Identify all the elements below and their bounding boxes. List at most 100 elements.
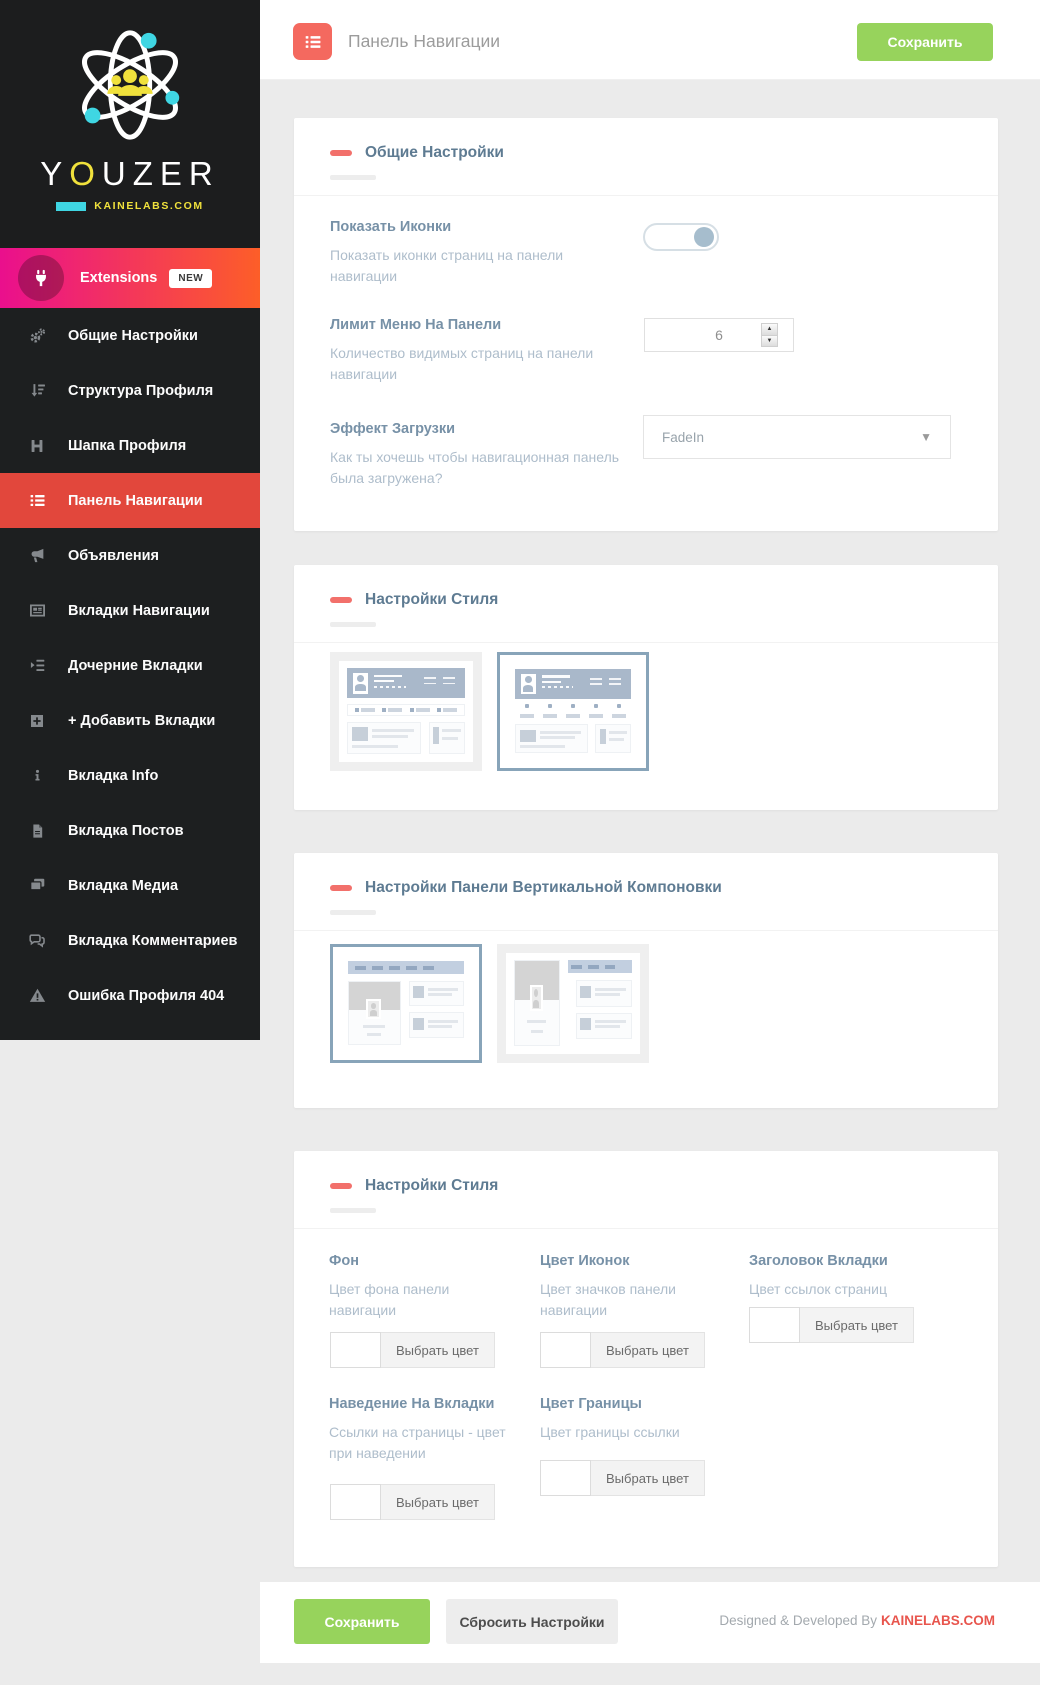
page-header: Панель Навигации Сохранить bbox=[260, 0, 1040, 80]
layout-preview-nav-top bbox=[340, 954, 472, 1053]
style-option-2-selected[interactable] bbox=[497, 652, 649, 771]
section-title: Общие Настройки bbox=[365, 144, 504, 161]
bg-color-field: Фон Цвет фона панели навигации bbox=[329, 1253, 450, 1318]
newspaper-icon bbox=[27, 602, 47, 619]
load-effect-select[interactable]: FadeIn ▼ bbox=[643, 415, 951, 459]
divider bbox=[294, 195, 998, 197]
brand-wordmark: YOUZER bbox=[40, 155, 220, 192]
sidebar-item-profile-structure[interactable]: Структура Профиля bbox=[0, 363, 260, 418]
megaphone-icon bbox=[27, 547, 47, 564]
reset-settings-button[interactable]: Сбросить Настройки bbox=[446, 1599, 618, 1644]
section-underline bbox=[330, 1208, 376, 1214]
divider bbox=[294, 642, 998, 644]
tab-hover-color-field: Наведение На Вкладки Ссылки на страницы … bbox=[329, 1396, 506, 1461]
color-swatch[interactable] bbox=[330, 1484, 381, 1520]
section-accent-dash bbox=[330, 597, 352, 603]
tab-title-color-picker: Выбрать цвет bbox=[749, 1307, 914, 1343]
tab-hover-color-picker: Выбрать цвет bbox=[330, 1484, 495, 1520]
load-effect-field: Эффект Загрузки Как ты хочешь чтобы нави… bbox=[330, 421, 620, 486]
choose-color-button[interactable]: Выбрать цвет bbox=[800, 1307, 914, 1343]
footer-bar: Сохранить Сбросить Настройки Designed & … bbox=[260, 1582, 1040, 1663]
choose-color-button[interactable]: Выбрать цвет bbox=[591, 1460, 705, 1496]
sidebar-item-announcements[interactable]: Объявления bbox=[0, 528, 260, 583]
choose-color-button[interactable]: Выбрать цвет bbox=[381, 1332, 495, 1368]
stepper-down-icon[interactable]: ▼ bbox=[762, 335, 777, 346]
color-swatch[interactable] bbox=[540, 1332, 591, 1368]
vertical-layout-card: Настройки Панели Вертикальной Компоновки bbox=[294, 853, 998, 1108]
section-title: Настройки Стиля bbox=[365, 1177, 499, 1194]
icons-color-picker: Выбрать цвет bbox=[540, 1332, 705, 1368]
gears-icon bbox=[27, 327, 47, 344]
section-underline bbox=[330, 622, 376, 628]
section-header: Настройки Стиля bbox=[294, 1151, 998, 1230]
sort-icon bbox=[27, 382, 47, 399]
section-title: Настройки Панели Вертикальной Компоновки bbox=[365, 879, 722, 896]
atom-logo-icon bbox=[67, 22, 193, 153]
images-icon bbox=[27, 877, 47, 894]
plug-icon bbox=[18, 255, 64, 301]
section-header: Настройки Панели Вертикальной Компоновки bbox=[294, 853, 998, 932]
section-accent-dash bbox=[330, 885, 352, 891]
vertical-option-2[interactable] bbox=[497, 944, 649, 1063]
divider bbox=[294, 930, 998, 932]
bg-color-picker: Выбрать цвет bbox=[330, 1332, 495, 1368]
sidebar-item-media-tab[interactable]: Вкладка Медиа bbox=[0, 858, 260, 913]
kainelabs-link[interactable]: KAINELABS.COM bbox=[881, 1613, 995, 1628]
section-accent-dash bbox=[330, 150, 352, 156]
sidebar-item-extensions[interactable]: Extensions NEW bbox=[0, 248, 260, 308]
style-settings-card: Настройки Стиля bbox=[294, 565, 998, 810]
new-badge: NEW bbox=[169, 268, 213, 288]
section-header: Общие Настройки bbox=[294, 118, 998, 197]
sidebar-item-child-tabs[interactable]: Дочерние Вкладки bbox=[0, 638, 260, 693]
divider bbox=[294, 1228, 998, 1230]
border-color-picker: Выбрать цвет bbox=[540, 1460, 705, 1496]
layout-preview-horizontal bbox=[339, 661, 473, 762]
comments-icon bbox=[27, 932, 47, 949]
save-button-bottom[interactable]: Сохранить bbox=[294, 1599, 430, 1644]
menu-limit-control: ▲ ▼ bbox=[644, 318, 794, 352]
choose-color-button[interactable]: Выбрать цвет bbox=[381, 1484, 495, 1520]
info-icon bbox=[27, 768, 47, 783]
icons-color-field: Цвет Иконок Цвет значков панели навигаци… bbox=[540, 1253, 676, 1318]
general-settings-card: Общие Настройки Показать Иконки Показать… bbox=[294, 118, 998, 531]
vertical-option-1-selected[interactable] bbox=[330, 944, 482, 1063]
choose-color-button[interactable]: Выбрать цвет bbox=[591, 1332, 705, 1368]
credit-line: Designed & Developed By KAINELABS.COM bbox=[719, 1613, 995, 1628]
warning-icon bbox=[27, 987, 47, 1004]
color-swatch[interactable] bbox=[749, 1307, 800, 1343]
border-color-field: Цвет Границы Цвет границы ссылки bbox=[540, 1396, 680, 1440]
save-button-top[interactable]: Сохранить bbox=[857, 23, 993, 61]
brand-subtitle: KAINELABS.COM bbox=[56, 200, 203, 212]
number-stepper: ▲ ▼ bbox=[761, 323, 778, 347]
sidebar-item-comments-tab[interactable]: Вкладка Комментариев bbox=[0, 913, 260, 968]
tab-title-color-field: Заголовок Вкладки Цвет ссылок страниц bbox=[749, 1253, 888, 1297]
logo: YOUZER KAINELABS.COM bbox=[0, 0, 260, 248]
indent-icon bbox=[27, 657, 47, 674]
section-title: Настройки Стиля bbox=[365, 591, 499, 608]
sidebar-item-navbar[interactable]: Панель Навигации bbox=[0, 473, 260, 528]
color-swatch[interactable] bbox=[330, 1332, 381, 1368]
menu-limit-field: Лимит Меню На Панели Количество видимых … bbox=[330, 317, 594, 382]
layout-preview-nav-right bbox=[506, 953, 640, 1054]
select-value: FadeIn bbox=[662, 429, 705, 445]
style-option-1[interactable] bbox=[330, 652, 482, 771]
sidebar-item-profile-404[interactable]: Ошибка Профиля 404 bbox=[0, 968, 260, 1023]
page-list-icon bbox=[293, 23, 332, 60]
section-header: Настройки Стиля bbox=[294, 565, 998, 644]
toggle-knob bbox=[694, 227, 714, 247]
sidebar-item-general-settings[interactable]: Общие Настройки bbox=[0, 308, 260, 363]
layout-options bbox=[330, 652, 649, 771]
plus-square-icon bbox=[27, 713, 47, 729]
layout-preview-stacked bbox=[507, 662, 639, 761]
show-icons-toggle[interactable] bbox=[643, 223, 719, 251]
stepper-up-icon[interactable]: ▲ bbox=[762, 324, 777, 336]
sidebar-item-info-tab[interactable]: Вкладка Info bbox=[0, 748, 260, 803]
sidebar-item-profile-header[interactable]: Шапка Профиля bbox=[0, 418, 260, 473]
sidebar: YOUZER KAINELABS.COM Extensions NEW Общи… bbox=[0, 0, 260, 1040]
sidebar-item-posts-tab[interactable]: Вкладка Постов bbox=[0, 803, 260, 858]
sidebar-item-nav-tabs[interactable]: Вкладки Навигации bbox=[0, 583, 260, 638]
section-underline bbox=[330, 910, 376, 916]
sidebar-item-add-tabs[interactable]: + Добавить Вкладки bbox=[0, 693, 260, 748]
color-swatch[interactable] bbox=[540, 1460, 591, 1496]
section-accent-dash bbox=[330, 1183, 352, 1189]
